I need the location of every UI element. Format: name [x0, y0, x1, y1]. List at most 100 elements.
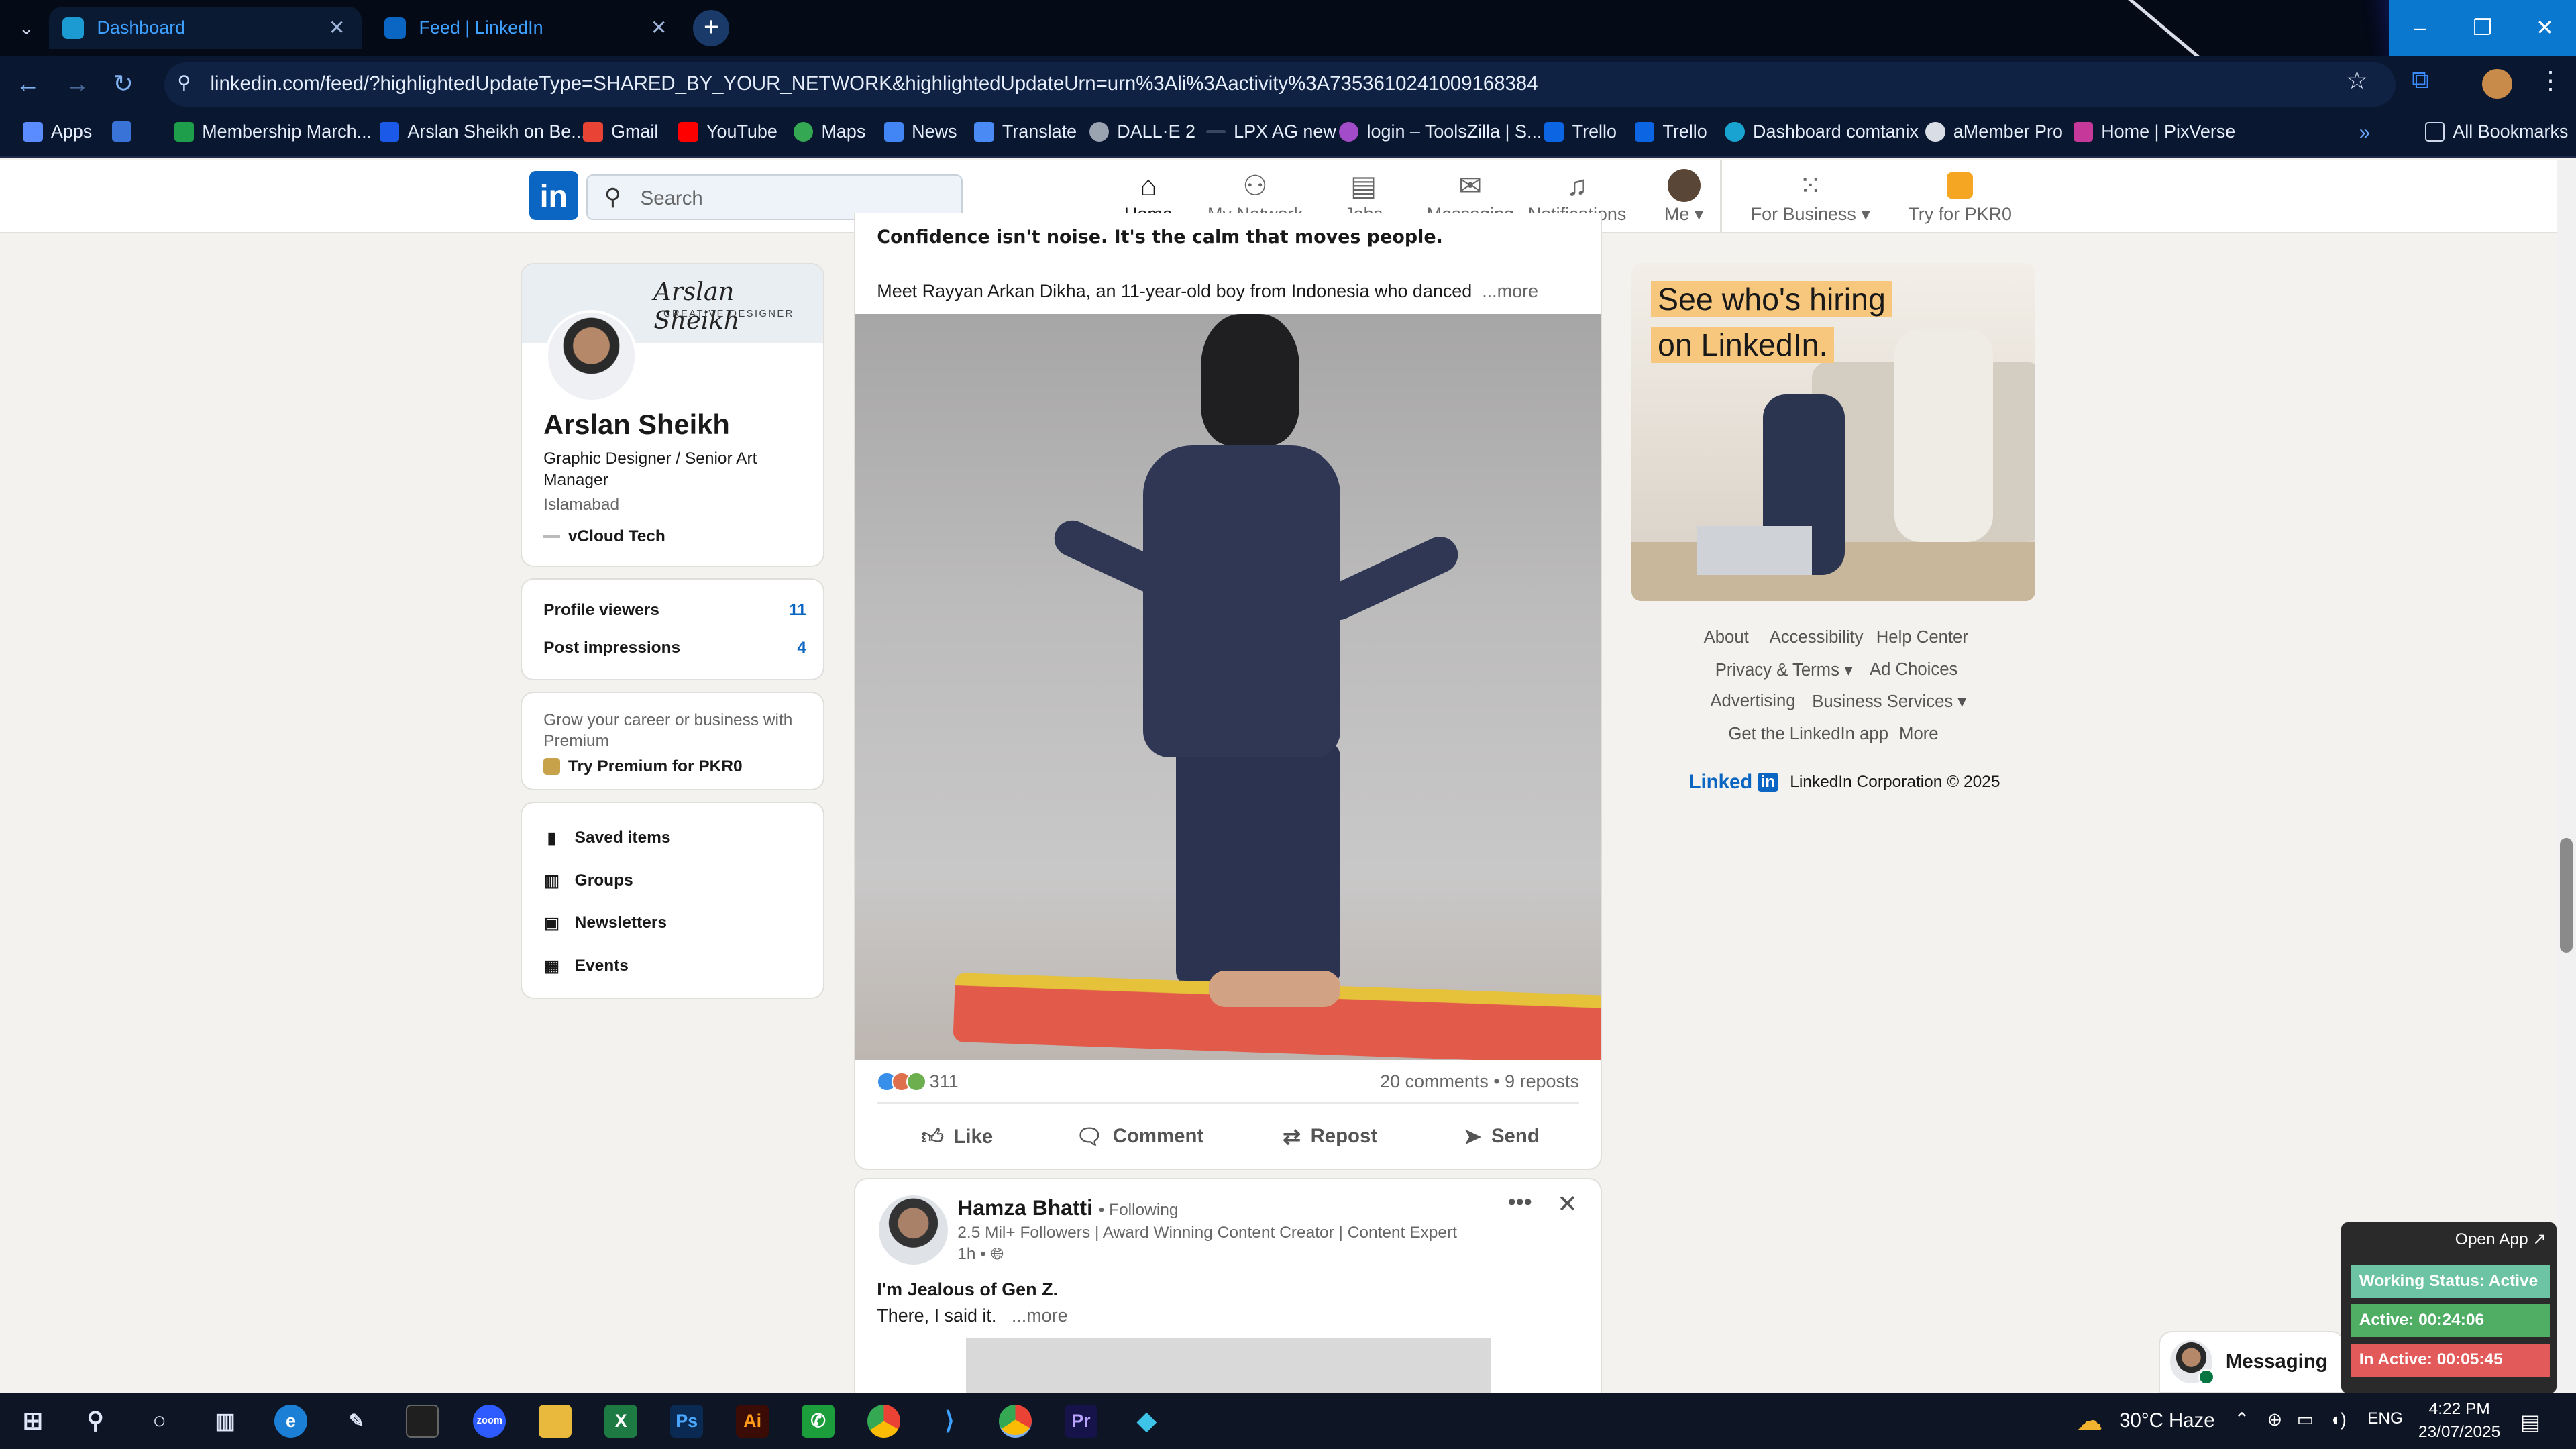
- close-window-icon[interactable]: ✕: [2513, 0, 2576, 56]
- bookmark-item[interactable]: Trello: [1544, 121, 1617, 142]
- repost-button[interactable]: ⇄ Repost: [1283, 1124, 1377, 1149]
- events-link[interactable]: ▦ Events: [543, 956, 629, 976]
- bookmark-item[interactable]: DALL·E 2: [1089, 121, 1195, 142]
- footer-link[interactable]: About: [1704, 628, 1749, 647]
- author-name[interactable]: Hamza Bhatti • Following: [957, 1195, 1178, 1220]
- excel-icon[interactable]: X: [604, 1404, 638, 1438]
- photoshop-icon[interactable]: Ps: [670, 1404, 704, 1438]
- minimize-icon[interactable]: –: [2388, 0, 2451, 56]
- app-icon[interactable]: ◆: [1130, 1405, 1163, 1438]
- back-icon[interactable]: ←: [13, 69, 43, 99]
- search-icon[interactable]: ⚲: [79, 1405, 112, 1438]
- browser-menu-icon[interactable]: ⋮: [2538, 66, 2563, 95]
- stat-profile-viewers[interactable]: Profile viewers 11: [543, 601, 806, 620]
- illustrator-icon[interactable]: Ai: [736, 1404, 769, 1438]
- reactions-summary[interactable]: 311: [877, 1071, 959, 1092]
- close-tab-icon[interactable]: ✕: [325, 16, 348, 40]
- stat-post-impressions[interactable]: Post impressions 4: [543, 639, 806, 657]
- hiring-ad-banner[interactable]: See who's hiring on LinkedIn.: [1631, 262, 2036, 602]
- groups-link[interactable]: ▥ Groups: [543, 871, 633, 891]
- chevron-up-icon[interactable]: ⌃: [2235, 1409, 2250, 1430]
- tab-linkedin-feed[interactable]: Feed | LinkedIn ✕: [371, 7, 683, 50]
- file-explorer-icon[interactable]: [539, 1404, 572, 1438]
- chrome-active-icon[interactable]: [998, 1404, 1032, 1438]
- new-tab-button[interactable]: +: [693, 9, 730, 46]
- tray-network-icon[interactable]: ⊕: [2267, 1409, 2283, 1430]
- bookmark-apps[interactable]: Apps: [23, 121, 92, 142]
- extensions-icon[interactable]: ⧉: [2412, 66, 2429, 95]
- tray-display-icon[interactable]: ▭: [2297, 1409, 2314, 1430]
- like-button[interactable]: 👍︎ Like: [921, 1124, 993, 1150]
- language-indicator[interactable]: ENG: [2367, 1409, 2403, 1428]
- post-video[interactable]: [855, 313, 1601, 1060]
- messaging-overlay[interactable]: Messaging: [2158, 1330, 2345, 1393]
- footer-link[interactable]: Help Center: [1876, 628, 1968, 647]
- nav-me[interactable]: Me ▾: [1627, 168, 1741, 225]
- vscode-icon[interactable]: ⟩: [933, 1405, 966, 1438]
- dismiss-post-icon[interactable]: ✕: [1557, 1189, 1578, 1218]
- premiere-icon[interactable]: Pr: [1064, 1404, 1097, 1438]
- bookmark-item[interactable]: Trello: [1634, 121, 1707, 142]
- footer-link[interactable]: Business Services ▾: [1812, 692, 1966, 712]
- more-bookmarks-icon[interactable]: »: [2359, 121, 2370, 144]
- see-more-link[interactable]: ...more: [1482, 281, 1538, 301]
- bookmark-item[interactable]: login – ToolsZilla | S...: [1338, 121, 1542, 142]
- bookmark-item[interactable]: Dashboard comtanix: [1725, 121, 1919, 142]
- forward-icon[interactable]: →: [62, 69, 92, 99]
- newsletters-link[interactable]: ▣ Newsletters: [543, 913, 667, 933]
- scrollbar-thumb[interactable]: [2559, 837, 2573, 953]
- footer-link[interactable]: Accessibility: [1770, 628, 1864, 647]
- chrome-icon[interactable]: [867, 1404, 901, 1438]
- linkedin-logo[interactable]: in: [529, 170, 579, 221]
- footer-link[interactable]: More: [1899, 724, 1939, 744]
- comment-button[interactable]: 🗨︎ Comment: [1076, 1124, 1204, 1149]
- bookmark-item[interactable]: aMember Pro: [1925, 121, 2063, 142]
- bookmark-item[interactable]: Home | PixVerse: [2073, 121, 2235, 142]
- green-app-icon[interactable]: ✆: [802, 1404, 835, 1438]
- open-app-link[interactable]: Open App ↗: [2455, 1229, 2546, 1249]
- bookmark-item[interactable]: Membership March...: [174, 121, 372, 142]
- tab-search-icon[interactable]: ⌄: [10, 13, 43, 43]
- profile-company[interactable]: vCloud Tech: [543, 527, 665, 546]
- reload-icon[interactable]: ↻: [109, 69, 138, 99]
- comments-reposts-count[interactable]: 20 comments • 9 reposts: [1380, 1071, 1579, 1092]
- bookmark-item[interactable]: News: [883, 121, 957, 142]
- page-scrollbar[interactable]: [2556, 159, 2576, 1392]
- terminal-icon[interactable]: [405, 1404, 439, 1438]
- pen-icon[interactable]: ✎: [340, 1405, 373, 1438]
- bookmark-item[interactable]: LPX AG new: [1205, 121, 1336, 142]
- close-tab-icon[interactable]: ✕: [647, 16, 670, 40]
- site-info-icon[interactable]: ⚲: [177, 72, 197, 95]
- send-button[interactable]: ➤ Send: [1464, 1124, 1540, 1149]
- url-field[interactable]: ⚲ linkedin.com/feed/?highlightedUpdateTy…: [164, 62, 2396, 107]
- bookmark-item[interactable]: Translate: [974, 121, 1077, 142]
- footer-link[interactable]: Privacy & Terms ▾: [1715, 660, 1853, 680]
- saved-items-link[interactable]: ▮ Saved items: [543, 828, 671, 848]
- browser-profile-avatar[interactable]: [2482, 68, 2512, 99]
- notification-center-icon[interactable]: ▤: [2520, 1409, 2540, 1435]
- cortana-icon[interactable]: ○: [143, 1405, 176, 1438]
- bookmark-item[interactable]: Maps: [793, 121, 865, 142]
- bookmark-grid[interactable]: [111, 121, 131, 142]
- nav-try-premium[interactable]: Try for PKR0: [1894, 168, 2026, 225]
- footer-link[interactable]: Ad Choices: [1870, 660, 1957, 680]
- bookmark-item[interactable]: Arslan Sheikh on Be...: [379, 121, 586, 142]
- bookmark-item[interactable]: YouTube: [678, 121, 777, 142]
- footer-link[interactable]: Advertising: [1710, 692, 1795, 711]
- nav-for-business[interactable]: ⁙ For Business ▾: [1745, 168, 1876, 225]
- profile-name[interactable]: Arslan Sheikh: [543, 409, 730, 441]
- bookmark-item[interactable]: Gmail: [583, 121, 658, 142]
- footer-link[interactable]: Get the LinkedIn app: [1728, 724, 1888, 744]
- restore-icon[interactable]: ❐: [2451, 0, 2514, 56]
- windows-start-icon[interactable]: ⊞: [16, 1405, 49, 1438]
- all-bookmarks[interactable]: All Bookmarks: [2424, 121, 2568, 142]
- task-view-icon[interactable]: ▥: [209, 1405, 241, 1438]
- bookmark-star-icon[interactable]: ☆: [2346, 66, 2368, 95]
- volume-icon[interactable]: ◖): [2330, 1409, 2347, 1430]
- profile-avatar[interactable]: [545, 310, 637, 402]
- more-options-icon[interactable]: •••: [1508, 1189, 1532, 1216]
- weather-text[interactable]: 30°C Haze: [2119, 1409, 2214, 1432]
- try-premium-link[interactable]: Try Premium for PKR0: [543, 757, 743, 776]
- profile-card[interactable]: Arslan Sheikh CREATIVE DESIGNER Arslan S…: [521, 262, 825, 567]
- system-clock[interactable]: 4:22 PM 23/07/2025: [2418, 1398, 2500, 1444]
